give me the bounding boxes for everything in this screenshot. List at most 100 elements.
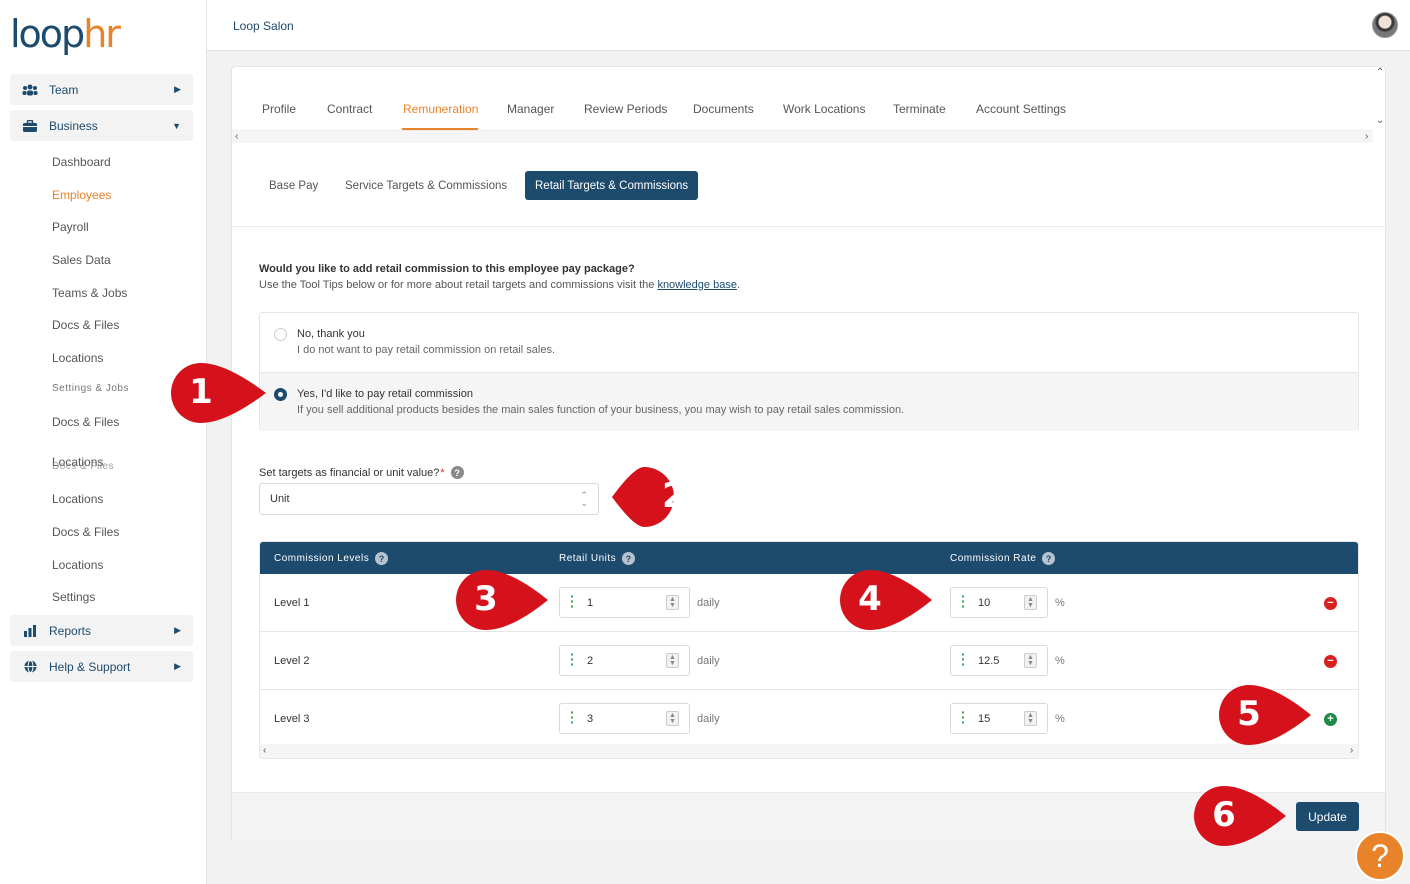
help-icon[interactable]: ? (622, 552, 636, 565)
tab-remuneration[interactable]: Remuneration (403, 102, 478, 116)
drag-handle-icon[interactable]: · · · (570, 589, 575, 613)
commission-rate-input[interactable]: · · · 12.5 ▲ ▼ (950, 645, 1048, 676)
spinner-icon[interactable]: ▲ ▼ (666, 595, 679, 610)
header-commission-rate: Commission Rate? (950, 552, 1056, 565)
target-type-select[interactable]: Unit ⌃ ⌄ (259, 483, 599, 515)
remove-level-icon[interactable]: − (1324, 597, 1337, 610)
header-retail-units: Retail Units? (559, 552, 636, 565)
sidebar-item-teams-jobs[interactable]: Teams & Jobs (52, 286, 127, 300)
retail-commission-question: Would you like to add retail commission … (259, 263, 635, 275)
annotation-marker-2: 2 (612, 466, 706, 530)
sidebar-item-docs-files[interactable]: Docs & Files (52, 318, 119, 332)
update-button[interactable]: Update (1296, 802, 1359, 831)
drag-handle-icon[interactable]: · · · (961, 589, 966, 613)
spinner-icon[interactable]: ▲ ▼ (666, 653, 679, 668)
knowledge-base-link[interactable]: knowledge base (657, 279, 737, 291)
sidebar-item-settings[interactable]: Settings (52, 590, 95, 604)
sidebar-item-settings-jobs[interactable]: Settings & Jobs (52, 383, 129, 394)
tab-documents[interactable]: Documents (693, 102, 754, 116)
commission-rate-input[interactable]: · · · 10 ▲ ▼ (950, 587, 1048, 618)
sidebar-group-reports[interactable]: Reports ▶ (10, 615, 193, 646)
loophr-logo[interactable]: loophr (10, 12, 121, 56)
subtab-base-pay[interactable]: Base Pay (259, 171, 328, 200)
add-level-icon[interactable]: + (1324, 713, 1337, 726)
sidebar-item-locations[interactable]: Locations (52, 558, 103, 572)
briefcase-icon (22, 119, 38, 133)
sidebar-item-docs-files[interactable]: Docs & Files (52, 415, 119, 429)
user-avatar[interactable] (1372, 12, 1398, 38)
sidebar-item-employees[interactable]: Employees (52, 188, 111, 202)
sidebar-item-locations[interactable]: Locations (52, 492, 103, 506)
top-bar: Loop Salon (207, 0, 1410, 51)
retail-units-input[interactable]: · · · 3 ▲ ▼ (559, 703, 690, 734)
table-row: Level 1 · · · 1 ▲ ▼ daily · · · 10 ▲ ▼ % − (260, 574, 1358, 632)
employee-card: Profile Contract Remuneration Manager Re… (231, 66, 1387, 842)
annotation-marker-4: 4 (840, 569, 932, 633)
retail-commission-help: Use the Tool Tips below or for more abou… (259, 279, 741, 291)
sidebar-item-sales-data[interactable]: Sales Data (52, 253, 111, 267)
tab-manager[interactable]: Manager (507, 102, 554, 116)
option-yes[interactable]: Yes, I'd like to pay retail commission I… (260, 372, 1358, 431)
subtab-service-targets[interactable]: Service Targets & Commissions (335, 171, 517, 200)
bar-chart-icon (22, 624, 38, 638)
scroll-left-icon[interactable]: ‹ (235, 131, 238, 142)
drag-handle-icon[interactable]: · · · (570, 647, 575, 671)
spinner-icon[interactable]: ▲ ▼ (1024, 595, 1037, 610)
subtab-bar: Base Pay Service Targets & Commissions R… (232, 147, 1387, 227)
option-no[interactable]: No, thank you I do not want to pay retai… (260, 313, 1358, 372)
drag-handle-icon[interactable]: · · · (961, 647, 966, 671)
remove-level-icon[interactable]: − (1324, 655, 1337, 668)
sidebar-group-label: Reports (49, 623, 92, 638)
table-row: Level 3 · · · 3 ▲ ▼ daily · · · 15 ▲ ▼ % + (260, 690, 1358, 748)
scroll-right-icon[interactable]: › (1365, 131, 1368, 142)
retail-units-input[interactable]: · · · 2 ▲ ▼ (559, 645, 690, 676)
tab-terminate[interactable]: Terminate (893, 102, 946, 116)
tab-work-locations[interactable]: Work Locations (783, 102, 865, 116)
spinner-icon[interactable]: ▲ ▼ (1024, 711, 1037, 726)
help-icon[interactable]: ? (375, 552, 389, 565)
scroll-down-icon[interactable]: ⌄ (1376, 115, 1384, 126)
annotation-marker-1: 1 (171, 362, 266, 426)
tab-profile[interactable]: Profile (262, 102, 296, 116)
spinner-icon[interactable]: ▲ ▼ (1024, 653, 1037, 668)
subtab-retail-targets[interactable]: Retail Targets & Commissions (525, 171, 699, 200)
tab-account-settings[interactable]: Account Settings (976, 102, 1066, 116)
option-description: If you sell additional products besides … (297, 404, 905, 416)
radio-no[interactable] (274, 328, 287, 341)
select-updown-icon: ⌃ ⌄ (580, 490, 588, 508)
sidebar-item-payroll[interactable]: Payroll (52, 220, 89, 234)
chevron-down-icon: ▼ (172, 120, 181, 131)
tab-contract[interactable]: Contract (327, 102, 372, 116)
spinner-icon[interactable]: ▲ ▼ (666, 711, 679, 726)
globe-icon (22, 660, 38, 674)
annotation-marker-3: 3 (456, 569, 548, 633)
level-label: Level 1 (274, 597, 310, 609)
commission-rate-input[interactable]: · · · 15 ▲ ▼ (950, 703, 1048, 734)
drag-handle-icon[interactable]: · · · (961, 705, 966, 729)
help-icon[interactable]: ? (1042, 552, 1056, 565)
tabs-horizontal-scrollbar[interactable]: ‹ › (232, 131, 1373, 143)
scroll-left-icon[interactable]: ‹ (263, 745, 266, 756)
retail-units-input[interactable]: · · · 1 ▲ ▼ (559, 587, 690, 618)
scroll-right-icon[interactable]: › (1350, 745, 1353, 756)
tabs-vertical-scrollbar[interactable]: ⌃ ⌄ (1373, 67, 1387, 143)
sidebar-group-label: Business (49, 118, 98, 133)
table-horizontal-scrollbar[interactable]: ‹ › (260, 744, 1358, 758)
sidebar-item-locations[interactable]: Locations (52, 351, 103, 365)
sidebar-item-docs-files[interactable]: Docs & Files (52, 525, 119, 539)
drag-handle-icon[interactable]: · · · (570, 705, 575, 729)
sidebar-item-dashboard[interactable]: Dashboard (52, 155, 111, 169)
help-icon[interactable]: ? (450, 466, 464, 479)
sidebar-group-team[interactable]: Team ▶ (10, 74, 193, 105)
sidebar-group-business[interactable]: Business ▼ (10, 110, 193, 141)
scroll-up-icon[interactable]: ⌃ (1376, 67, 1384, 78)
level-label: Level 2 (274, 655, 310, 667)
sidebar-group-help-support[interactable]: Help & Support ▶ (10, 651, 193, 682)
tab-review-periods[interactable]: Review Periods (584, 102, 667, 116)
unit-suffix: daily (697, 713, 720, 725)
unit-suffix: daily (697, 655, 720, 667)
company-name[interactable]: Loop Salon (233, 19, 294, 33)
help-chat-button[interactable]: ? (1355, 831, 1405, 881)
sidebar-item-docs-files[interactable]: Docs & Files (52, 461, 114, 472)
radio-yes[interactable] (274, 388, 287, 401)
